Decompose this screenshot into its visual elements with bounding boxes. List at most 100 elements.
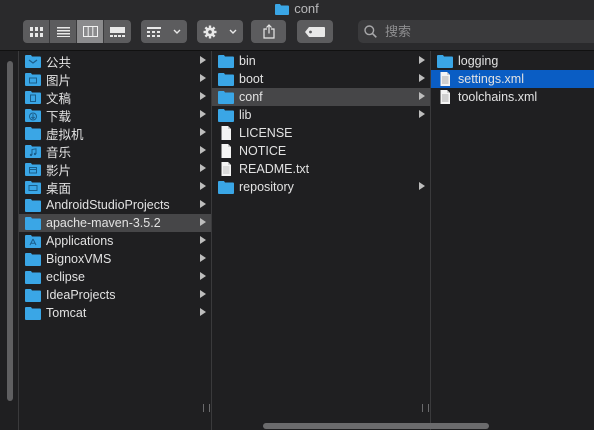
sidebar-item-pictures[interactable]: 图片 bbox=[19, 70, 211, 88]
item-label: toolchains.xml bbox=[458, 90, 538, 104]
chevron-right-icon bbox=[200, 308, 206, 316]
sidebar-item-androidstudioprojects[interactable]: AndroidStudioProjects bbox=[19, 196, 211, 214]
chevron-right-icon bbox=[200, 218, 206, 226]
chevron-right-icon bbox=[200, 146, 206, 154]
list-item-bin[interactable]: bin bbox=[212, 52, 430, 70]
item-label: repository bbox=[239, 180, 294, 194]
list-item-logging[interactable]: logging bbox=[431, 52, 594, 70]
sidebar-item-label: 影片 bbox=[46, 163, 72, 178]
edit-tags-button[interactable] bbox=[297, 20, 333, 43]
xml-document-icon bbox=[440, 90, 450, 104]
sidebar-item-vm[interactable]: 虚拟机 bbox=[19, 124, 211, 142]
item-label: settings.xml bbox=[458, 72, 524, 86]
column-resize-handle[interactable] bbox=[203, 404, 210, 412]
vertical-scrollbar[interactable] bbox=[7, 61, 13, 401]
sidebar-item-label: 虚拟机 bbox=[46, 127, 84, 142]
list-item-notice[interactable]: NOTICE bbox=[212, 142, 430, 160]
list-item-conf[interactable]: conf bbox=[212, 88, 430, 106]
folder-icon bbox=[218, 91, 234, 104]
columns-icon bbox=[82, 26, 98, 37]
list-item-boot[interactable]: boot bbox=[212, 70, 430, 88]
sidebar-item-ideaprojects[interactable]: IdeaProjects bbox=[19, 286, 211, 304]
chevron-down-icon bbox=[173, 29, 181, 34]
sidebar-item-documents[interactable]: 文稿 bbox=[19, 88, 211, 106]
sidebar-item-eclipse[interactable]: eclipse bbox=[19, 268, 211, 286]
folder-icon bbox=[25, 271, 41, 284]
public-folder-icon bbox=[25, 55, 41, 68]
sidebar-item-movies[interactable]: 影片 bbox=[19, 160, 211, 178]
horizontal-scrollbar[interactable] bbox=[263, 423, 489, 429]
sidebar-item-label: Tomcat bbox=[46, 306, 87, 320]
icon-view-button[interactable] bbox=[23, 20, 50, 43]
chevron-right-icon bbox=[200, 200, 206, 208]
gallery-icon bbox=[110, 26, 125, 37]
chevron-right-icon bbox=[419, 92, 425, 100]
music-folder-icon bbox=[25, 145, 41, 158]
folder-icon bbox=[25, 199, 41, 212]
list-view-button[interactable] bbox=[50, 20, 77, 43]
list-item-readme[interactable]: README.txt bbox=[212, 160, 430, 178]
folder-icon bbox=[437, 55, 453, 68]
share-control bbox=[251, 20, 286, 43]
list-item-toolchains-xml[interactable]: toolchains.xml bbox=[431, 88, 594, 106]
chevron-right-icon bbox=[419, 110, 425, 118]
item-label: lib bbox=[239, 108, 252, 122]
folder-icon bbox=[218, 55, 234, 68]
sidebar-item-desktop[interactable]: 桌面 bbox=[19, 178, 211, 196]
gallery-view-button[interactable] bbox=[104, 20, 131, 43]
item-label: NOTICE bbox=[239, 144, 287, 158]
folder-icon bbox=[218, 109, 234, 122]
tag-icon bbox=[305, 26, 325, 37]
folder-icon bbox=[25, 289, 41, 302]
search-input[interactable] bbox=[383, 23, 587, 40]
toolbar: conf bbox=[0, 0, 594, 51]
sidebar-item-tomcat[interactable]: Tomcat bbox=[19, 304, 211, 322]
chevron-right-icon bbox=[419, 182, 425, 190]
list-item-license[interactable]: LICENSE bbox=[212, 124, 430, 142]
sidebar-item-bignoxvms[interactable]: BignoxVMS bbox=[19, 250, 211, 268]
sidebar-item-label: Applications bbox=[46, 234, 114, 248]
chevron-right-icon bbox=[200, 92, 206, 100]
item-label: LICENSE bbox=[239, 126, 293, 140]
sidebar-item-label: apache-maven-3.5.2 bbox=[46, 216, 161, 230]
folder-icon bbox=[275, 4, 290, 15]
share-icon bbox=[262, 24, 275, 39]
column-resize-handle[interactable] bbox=[422, 404, 429, 412]
xml-document-icon bbox=[440, 72, 450, 86]
list-item-settings-xml[interactable]: settings.xml bbox=[431, 70, 594, 88]
applications-folder-icon bbox=[25, 235, 41, 248]
chevron-down-icon bbox=[229, 29, 237, 34]
text-document-icon bbox=[221, 162, 231, 176]
sidebar-item-public[interactable]: 公共 bbox=[19, 52, 211, 70]
column-apache-maven: bin boot conf lib LICENSE NOTICE README.… bbox=[212, 51, 431, 430]
sidebar-item-label: IdeaProjects bbox=[46, 288, 116, 302]
chevron-right-icon bbox=[200, 128, 206, 136]
list-item-repository[interactable]: repository bbox=[212, 178, 430, 196]
chevron-right-icon bbox=[419, 56, 425, 64]
sidebar-item-downloads[interactable]: 下载 bbox=[19, 106, 211, 124]
search-field[interactable] bbox=[358, 20, 594, 43]
sidebar-item-label: 下载 bbox=[46, 109, 72, 124]
share-button[interactable] bbox=[251, 20, 286, 43]
folder-icon bbox=[25, 253, 41, 266]
item-label: README.txt bbox=[239, 162, 310, 176]
sidebar-item-applications[interactable]: Applications bbox=[19, 232, 211, 250]
list-item-lib[interactable]: lib bbox=[212, 106, 430, 124]
item-label: bin bbox=[239, 54, 256, 68]
column-view-button[interactable] bbox=[77, 20, 104, 43]
sidebar-item-apache-maven[interactable]: apache-maven-3.5.2 bbox=[19, 214, 211, 232]
column-conf: logging settings.xml toolchains.xml bbox=[431, 51, 594, 430]
chevron-right-icon bbox=[200, 182, 206, 190]
folder-icon bbox=[218, 181, 234, 194]
chevron-right-icon bbox=[200, 236, 206, 244]
tags-control bbox=[297, 20, 333, 43]
group-by-button[interactable] bbox=[141, 20, 187, 43]
folder-icon bbox=[25, 127, 41, 140]
sidebar-item-label: 桌面 bbox=[46, 181, 72, 196]
desktop-folder-icon bbox=[25, 181, 41, 194]
window-title-text: conf bbox=[294, 1, 319, 16]
sidebar-item-music[interactable]: 音乐 bbox=[19, 142, 211, 160]
sidebar-item-label: 图片 bbox=[46, 73, 72, 88]
group-by-control bbox=[141, 20, 187, 43]
action-button[interactable] bbox=[197, 20, 243, 43]
